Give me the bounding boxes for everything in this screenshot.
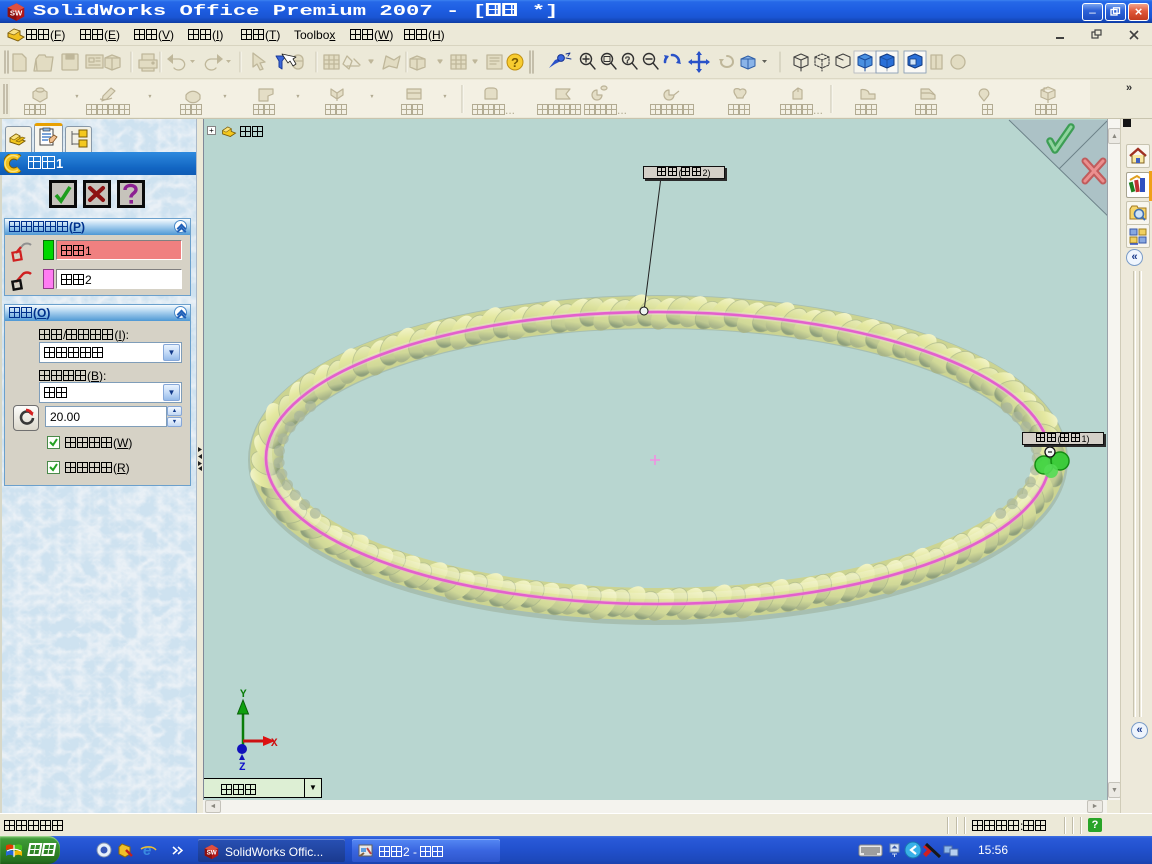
svg-text:SW: SW bbox=[207, 850, 217, 857]
svg-text:SW: SW bbox=[10, 8, 23, 17]
svg-text:e: e bbox=[143, 842, 151, 859]
svg-text:X: X bbox=[271, 738, 278, 750]
svg-text:?: ? bbox=[511, 55, 519, 70]
svg-text:Z: Z bbox=[239, 762, 246, 774]
svg-text:Y: Y bbox=[240, 689, 247, 701]
svg-text:?: ? bbox=[625, 55, 630, 65]
